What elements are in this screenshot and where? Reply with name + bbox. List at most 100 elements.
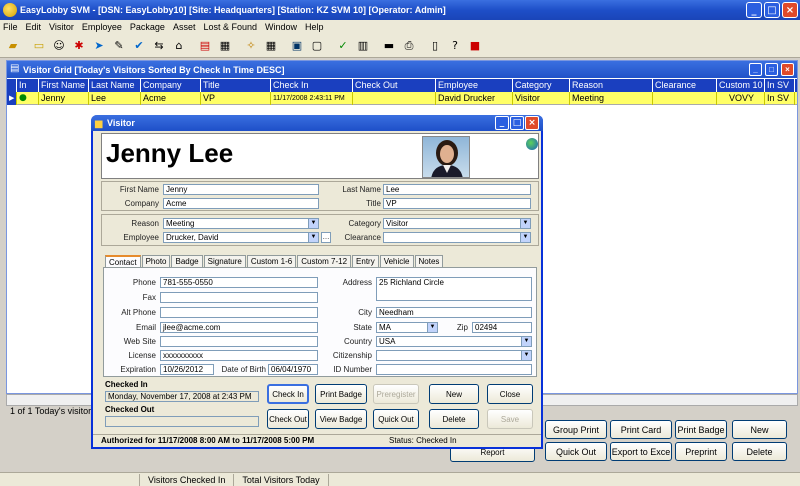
last-name-field[interactable]: Lee	[383, 184, 531, 195]
package-icon[interactable]: ✎	[110, 37, 128, 55]
tab-photo[interactable]: Photo	[141, 255, 171, 267]
chevron-down-icon[interactable]: ▼	[308, 233, 318, 242]
lost-found-icon[interactable]: ⌂	[170, 37, 188, 55]
camera-icon[interactable]: ✓	[334, 37, 352, 55]
license-field[interactable]: xxxxxxxxxx	[160, 350, 318, 361]
dob-field[interactable]: 06/04/1970	[268, 364, 318, 375]
new-button[interactable]: New	[429, 384, 479, 404]
preregister-button[interactable]: Preregister	[373, 384, 419, 404]
check-in-button[interactable]: Check In	[267, 384, 309, 404]
menu-asset[interactable]: Asset	[173, 22, 196, 32]
delete-main-button[interactable]: Delete	[732, 442, 787, 461]
tab-badge[interactable]: Badge	[171, 255, 203, 267]
col-check-in[interactable]: Check In	[271, 79, 353, 92]
tab-signature[interactable]: Signature	[203, 255, 246, 267]
chevron-down-icon[interactable]: ▼	[520, 233, 530, 242]
menu-package[interactable]: Package	[130, 22, 165, 32]
clearance-select[interactable]: ▼	[383, 232, 531, 243]
title-field[interactable]: VP	[383, 198, 531, 209]
citizenship-select[interactable]: ▼	[376, 350, 532, 361]
preprint-button[interactable]: Preprint	[675, 442, 727, 461]
table-row[interactable]: ▶ ● Jenny Lee Acme VP 11/17/2008 2:43:11…	[7, 92, 797, 105]
maximize-button[interactable]: □	[764, 2, 780, 18]
col-in[interactable]: In	[17, 79, 39, 92]
grid-close-button[interactable]: ×	[781, 63, 794, 76]
menu-file[interactable]: File	[3, 22, 18, 32]
col-custom10[interactable]: Custom 10	[717, 79, 765, 92]
alt-phone-field[interactable]	[160, 307, 318, 318]
menu-employee[interactable]: Employee	[82, 22, 122, 32]
print-card-button[interactable]: Print Card	[610, 420, 672, 439]
reason-select[interactable]: Meeting ▼	[163, 218, 319, 229]
checkin-icon[interactable]: ✱	[70, 37, 88, 55]
col-last-name[interactable]: Last Name	[89, 79, 141, 92]
col-company[interactable]: Company	[141, 79, 201, 92]
visitor-icon[interactable]: ▭	[30, 37, 48, 55]
menu-visitor[interactable]: Visitor	[49, 22, 74, 32]
col-check-out[interactable]: Check Out	[353, 79, 436, 92]
close-button[interactable]: ×	[782, 2, 798, 18]
tab-notes[interactable]: Notes	[414, 255, 444, 267]
printer-icon[interactable]: ⎙	[400, 37, 418, 55]
chevron-down-icon[interactable]: ▼	[521, 351, 531, 360]
group-print-button[interactable]: Group Print	[545, 420, 607, 439]
open-icon[interactable]: ▰	[4, 37, 22, 55]
visitor-photo[interactable]	[422, 136, 470, 178]
dialog-minimize-button[interactable]: _	[495, 116, 509, 130]
tab-entry[interactable]: Entry	[352, 255, 379, 267]
close-dialog-button[interactable]: Close	[487, 384, 533, 404]
asset-icon[interactable]: ⇆	[150, 37, 168, 55]
dialog-close-button[interactable]: ×	[525, 116, 539, 130]
report-icon[interactable]: ▤	[196, 37, 214, 55]
wizard-icon[interactable]: ✧	[242, 37, 260, 55]
view-badge-button[interactable]: View Badge	[315, 409, 367, 429]
export-excel-button[interactable]: Export to Exce	[610, 442, 672, 461]
col-reason[interactable]: Reason	[570, 79, 653, 92]
quick-out-main-button[interactable]: Quick Out	[545, 442, 607, 461]
grid-minimize-button[interactable]: _	[749, 63, 762, 76]
tab-vehicle[interactable]: Vehicle	[379, 255, 414, 267]
expiration-field[interactable]: 10/26/2012	[160, 364, 214, 375]
employee-icon[interactable]: ☺	[50, 37, 68, 55]
col-first-name[interactable]: First Name	[39, 79, 89, 92]
col-employee[interactable]: Employee	[436, 79, 513, 92]
stop-icon[interactable]: ■	[466, 37, 484, 55]
col-category[interactable]: Category	[513, 79, 570, 92]
tab-custom-7-12[interactable]: Custom 7-12	[297, 255, 352, 267]
grid-restore-button[interactable]: □	[765, 63, 778, 76]
menu-help[interactable]: Help	[305, 22, 324, 32]
window-icon[interactable]: ▢	[308, 37, 326, 55]
pickup-icon[interactable]: ✔	[130, 37, 148, 55]
first-name-field[interactable]: Jenny	[163, 184, 319, 195]
chevron-down-icon[interactable]: ▼	[520, 219, 530, 228]
zip-field[interactable]: 02494	[472, 322, 532, 333]
print-badge-main-button[interactable]: Print Badge	[675, 420, 727, 439]
menu-edit[interactable]: Edit	[26, 22, 42, 32]
state-select[interactable]: MA ▼	[376, 322, 438, 333]
delete-button[interactable]: Delete	[429, 409, 479, 429]
col-title[interactable]: Title	[201, 79, 271, 92]
web-site-field[interactable]	[160, 336, 318, 347]
company-field[interactable]: Acme	[163, 198, 319, 209]
chevron-down-icon[interactable]: ▼	[521, 337, 531, 346]
minimize-button[interactable]: _	[746, 2, 762, 18]
address-field[interactable]: 25 Richland Circle	[376, 277, 532, 301]
quick-out-button[interactable]: Quick Out	[373, 409, 419, 429]
checkout-icon[interactable]: ➤	[90, 37, 108, 55]
tab-contact[interactable]: Contact	[105, 255, 141, 267]
monitor-icon[interactable]: ▣	[288, 37, 306, 55]
country-select[interactable]: USA ▼	[376, 336, 532, 347]
menu-window[interactable]: Window	[265, 22, 297, 32]
row-selector[interactable]: ▶	[7, 92, 17, 105]
card-icon[interactable]: ▬	[380, 37, 398, 55]
phone-field[interactable]: 781-555-0550	[160, 277, 318, 288]
menu-lost-found[interactable]: Lost & Found	[203, 22, 257, 32]
grid-icon[interactable]: ▦	[216, 37, 234, 55]
print-badge-button[interactable]: Print Badge	[315, 384, 367, 404]
fax-field[interactable]	[160, 292, 318, 303]
id-number-field[interactable]	[376, 364, 532, 375]
save-button[interactable]: Save	[487, 409, 533, 429]
tab-custom-1-6[interactable]: Custom 1-6	[246, 255, 297, 267]
category-select[interactable]: Visitor ▼	[383, 218, 531, 229]
chevron-down-icon[interactable]: ▼	[427, 323, 437, 332]
